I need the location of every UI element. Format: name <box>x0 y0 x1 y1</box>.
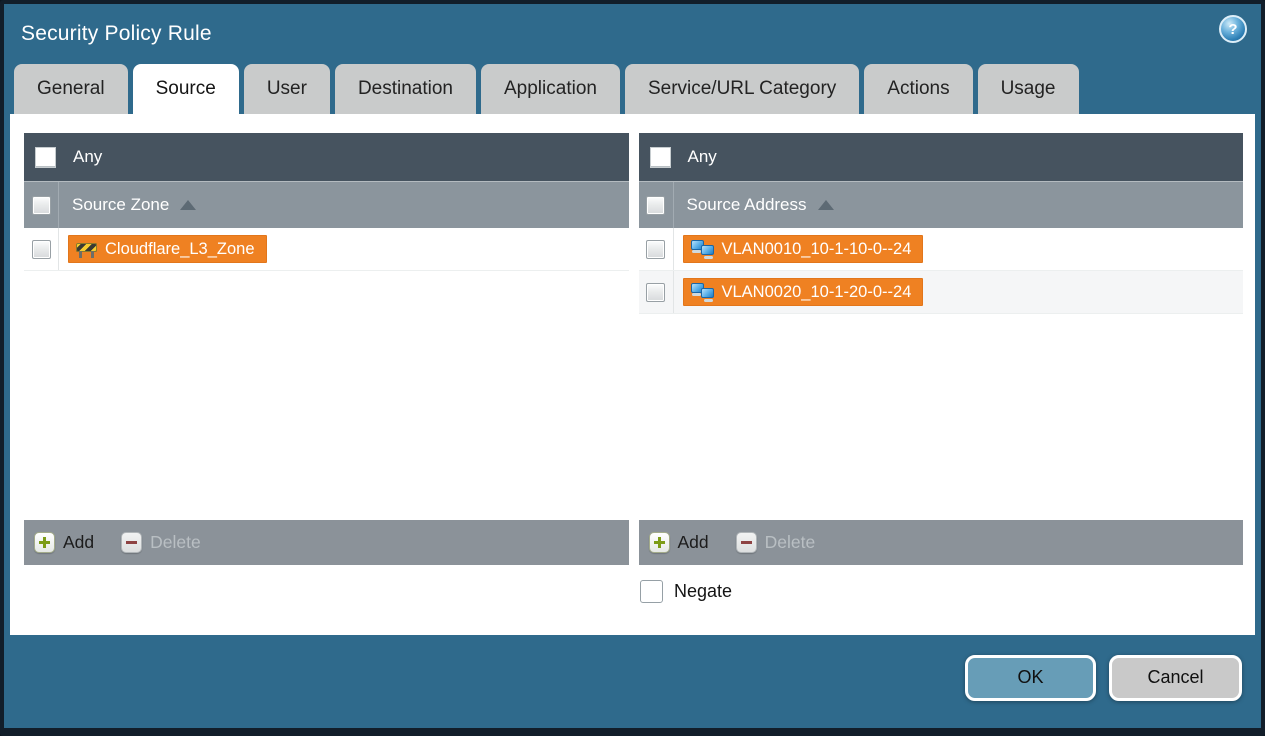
zone-chip-label: Cloudflare_L3_Zone <box>105 239 255 258</box>
source-zone-select-all-checkbox[interactable] <box>31 195 51 215</box>
source-panels: Any Source Zone Cloudflare_L3_Zone Add D… <box>24 133 1243 565</box>
row-checkbox[interactable] <box>31 239 51 259</box>
tab-usage[interactable]: Usage <box>977 64 1079 114</box>
tab-bar: General Source User Destination Applicat… <box>4 64 1261 114</box>
help-icon[interactable]: ? <box>1219 15 1247 43</box>
minus-icon <box>735 532 757 553</box>
plus-icon <box>34 532 55 553</box>
address-chip[interactable]: VLAN0020_10-1-20-0--24 <box>682 278 924 306</box>
address-icon <box>690 282 714 302</box>
delete-address-button[interactable]: Delete <box>735 532 815 553</box>
source-zone-list: Cloudflare_L3_Zone <box>24 228 629 520</box>
tab-application[interactable]: Application <box>481 64 620 114</box>
source-address-toolbar: Add Delete <box>638 520 1243 565</box>
add-address-button[interactable]: Add <box>648 532 709 553</box>
sort-ascending-icon <box>817 200 834 210</box>
dialog-titlebar: Security Policy Rule ? <box>4 4 1261 64</box>
source-zone-row[interactable]: Cloudflare_L3_Zone <box>24 228 629 271</box>
source-zone-panel: Any Source Zone Cloudflare_L3_Zone Add D… <box>24 133 629 565</box>
source-address-any-checkbox[interactable] <box>649 146 671 168</box>
address-chip-label: VLAN0010_10-1-10-0--24 <box>721 239 912 258</box>
row-checkbox[interactable] <box>646 282 665 302</box>
source-tab-content: Any Source Zone Cloudflare_L3_Zone Add D… <box>10 114 1255 635</box>
plus-icon <box>648 532 670 553</box>
source-address-any-bar: Any <box>638 133 1243 181</box>
source-zone-column-label: Source Zone <box>72 195 170 214</box>
tab-actions[interactable]: Actions <box>864 64 973 114</box>
tab-source[interactable]: Source <box>132 64 239 114</box>
source-address-any-label: Any <box>687 147 717 166</box>
zone-icon <box>76 241 97 258</box>
address-chip-label: VLAN0020_10-1-20-0--24 <box>721 282 912 301</box>
negate-row: Negate <box>640 580 1243 603</box>
tab-service-url-category[interactable]: Service/URL Category <box>624 64 860 114</box>
zone-chip[interactable]: Cloudflare_L3_Zone <box>68 235 267 263</box>
source-address-row[interactable]: VLAN0010_10-1-10-0--24 <box>638 228 1243 271</box>
cancel-button[interactable]: Cancel <box>1109 654 1242 701</box>
address-chip[interactable]: VLAN0010_10-1-10-0--24 <box>682 235 924 263</box>
source-zone-column-header[interactable]: Source Zone <box>24 181 629 228</box>
delete-zone-button[interactable]: Delete <box>121 532 201 553</box>
source-address-select-all-checkbox[interactable] <box>646 195 665 215</box>
negate-checkbox[interactable] <box>640 580 663 603</box>
ok-button[interactable]: OK <box>965 654 1096 701</box>
negate-label: Negate <box>674 581 733 601</box>
row-checkbox[interactable] <box>646 239 665 259</box>
source-address-row[interactable]: VLAN0020_10-1-20-0--24 <box>638 271 1243 314</box>
add-zone-button[interactable]: Add <box>34 532 94 553</box>
source-address-column-label: Source Address <box>686 195 807 214</box>
source-address-panel: Any Source Address VLAN0010_10-1-10-0--2… <box>638 133 1243 565</box>
source-zone-any-label: Any <box>73 147 103 166</box>
source-zone-toolbar: Add Delete <box>24 520 629 565</box>
tab-destination[interactable]: Destination <box>334 64 476 114</box>
source-zone-any-checkbox[interactable] <box>35 146 56 168</box>
source-address-column-header[interactable]: Source Address <box>638 181 1243 228</box>
dialog-button-bar: OK Cancel <box>4 635 1261 728</box>
address-icon <box>690 239 714 259</box>
tab-user[interactable]: User <box>243 64 330 114</box>
sort-ascending-icon <box>180 200 197 210</box>
minus-icon <box>121 532 143 553</box>
security-policy-rule-dialog: Security Policy Rule ? General Source Us… <box>0 0 1265 736</box>
source-zone-any-bar: Any <box>24 133 629 181</box>
tab-general[interactable]: General <box>14 64 128 114</box>
dialog-title: Security Policy Rule <box>21 22 212 45</box>
source-address-list: VLAN0010_10-1-10-0--24 VLAN0020_10-1-20-… <box>638 228 1243 520</box>
